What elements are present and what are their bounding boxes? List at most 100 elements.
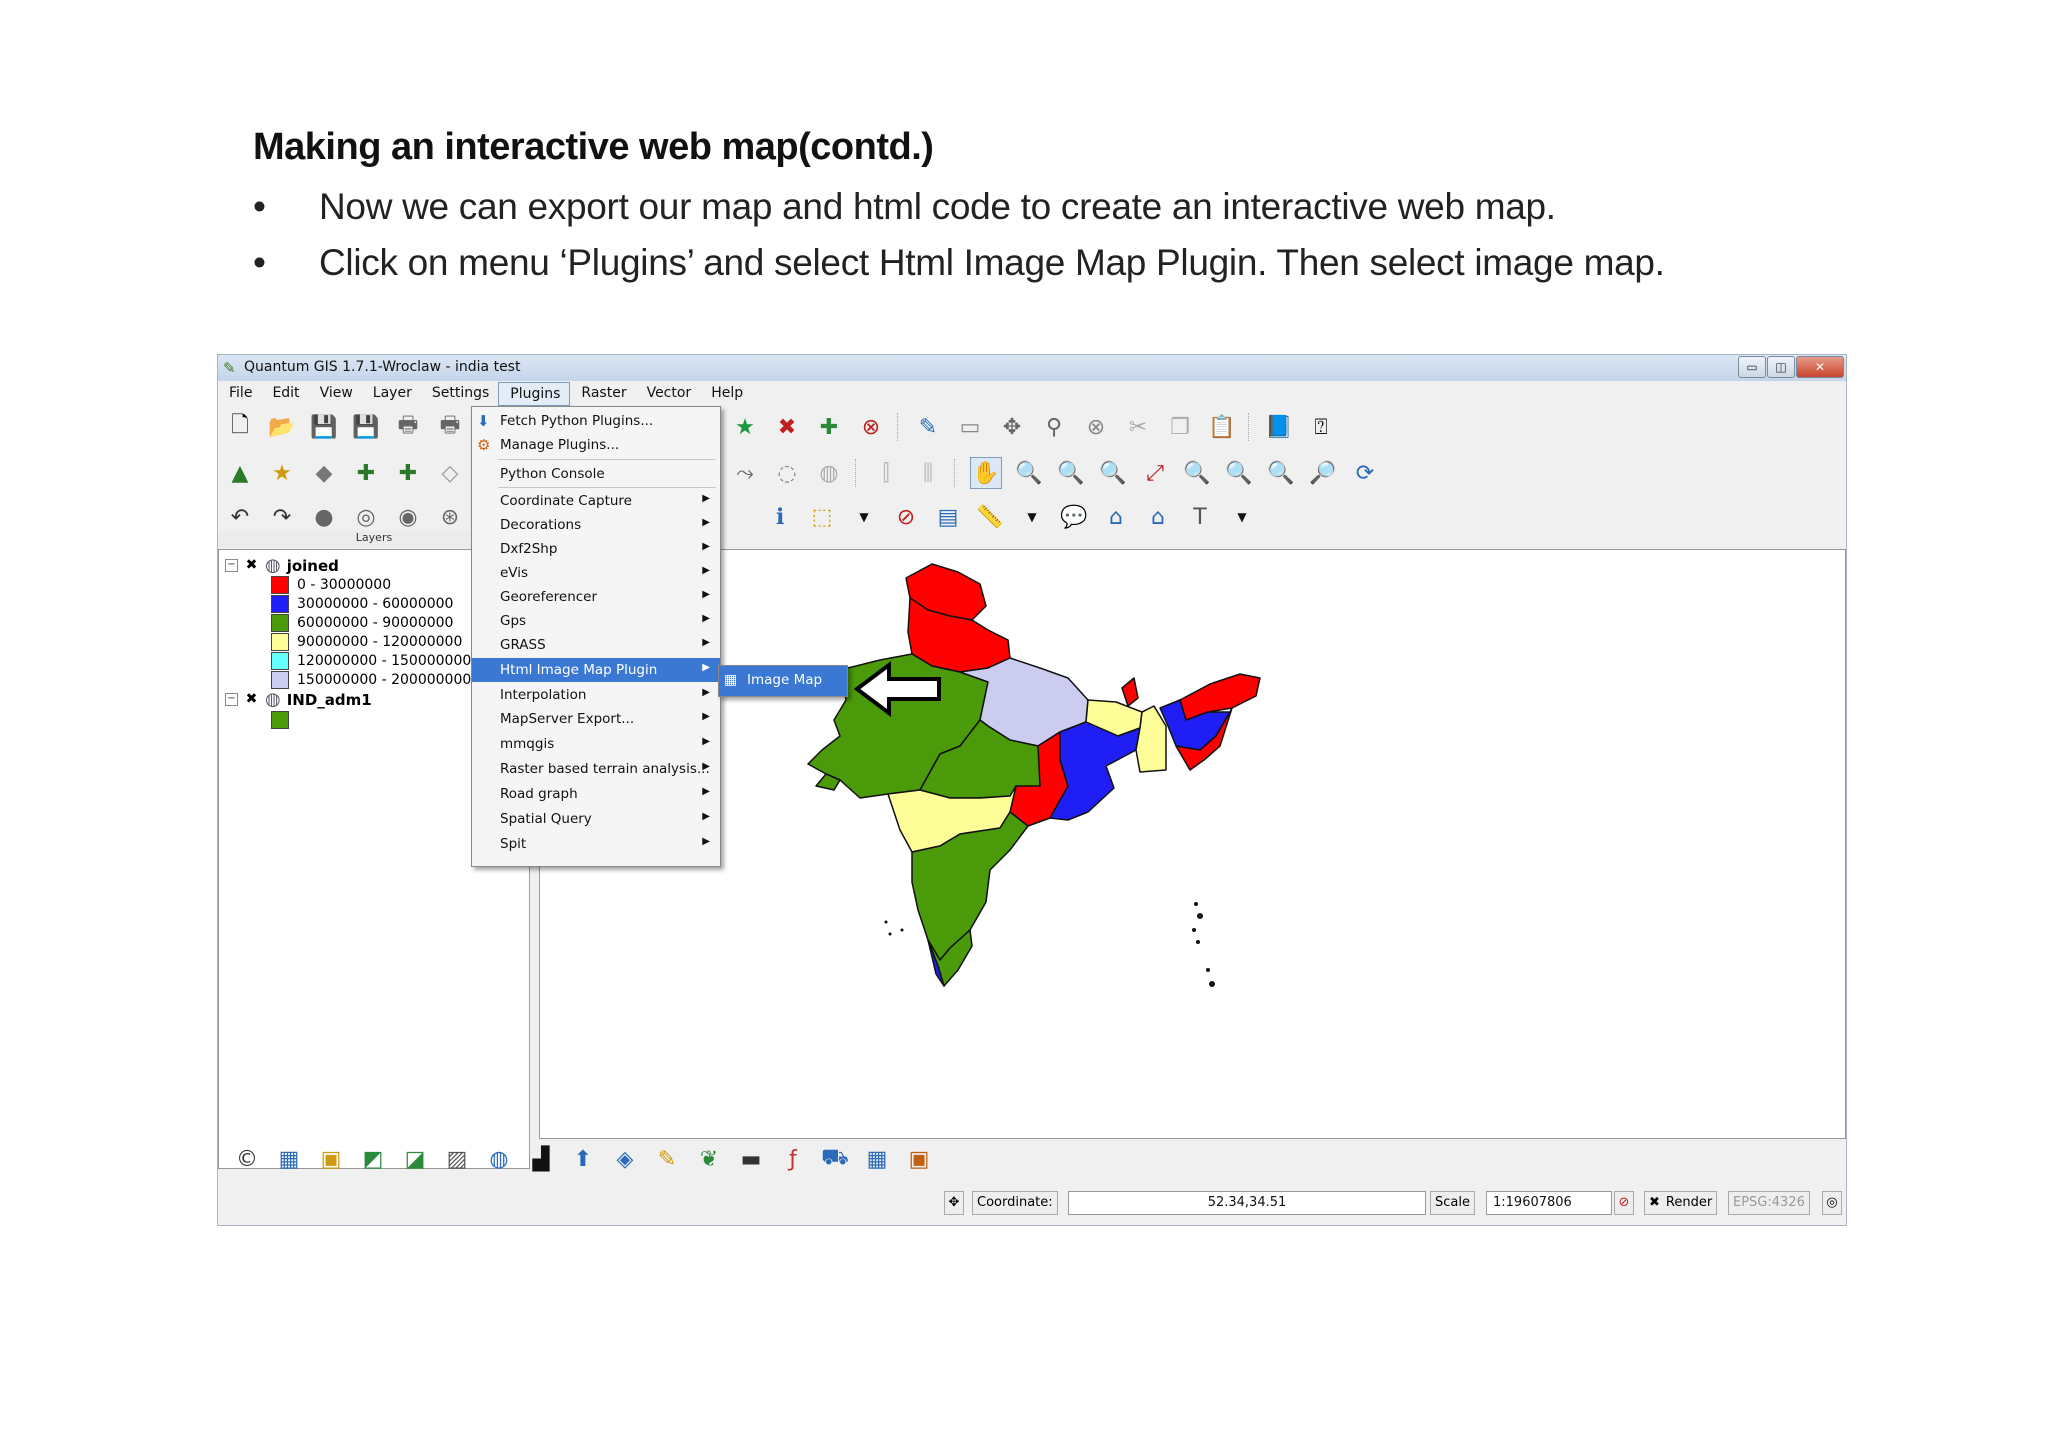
capture-line-icon[interactable]: ◎ (351, 502, 381, 532)
render-checkbox[interactable]: ✖ Render (1644, 1191, 1718, 1215)
raster-icon[interactable]: ▨ (442, 1144, 472, 1174)
rotate-icon[interactable]: ⊛ (435, 502, 465, 532)
menu-item-html-image-map-plugin[interactable]: Html Image Map Plugin ▶ (472, 658, 720, 682)
leaf-icon[interactable]: ❦ (694, 1144, 724, 1174)
save-edits-icon[interactable]: ▭ (955, 412, 985, 442)
whats-this-icon[interactable]: ⍰ (1306, 412, 1336, 442)
open-project-icon[interactable]: 📂 (267, 412, 297, 442)
map-canvas[interactable] (539, 549, 1846, 1139)
menu-settings[interactable]: Settings (421, 382, 498, 406)
remove-plugin-icon[interactable]: ⊗ (856, 412, 886, 442)
grid-maker-icon[interactable]: ▦ (274, 1144, 304, 1174)
annotation-dropdown-icon[interactable]: ▼ (1227, 502, 1257, 532)
zoom-selection-icon[interactable]: 🔍 (1182, 458, 1212, 488)
undo-icon[interactable]: ↶ (225, 502, 255, 532)
menu-raster[interactable]: Raster (570, 382, 635, 406)
save-as-icon[interactable]: 💾 (351, 412, 381, 442)
close-button[interactable]: ✕ (1796, 356, 1844, 378)
edit-pencil-icon[interactable]: ✎ (913, 412, 943, 442)
delete-layer-icon[interactable]: ✖ (772, 412, 802, 442)
add-plugin-layer-icon[interactable]: ✚ (814, 412, 844, 442)
html-image-map-icon[interactable]: ▦ (862, 1144, 892, 1174)
layer-row-joined[interactable]: − ✖ ◍ joined (225, 555, 339, 576)
menu-item-mapserver-export[interactable]: MapServer Export... ▶ (472, 707, 720, 731)
menu-item-python-console[interactable]: Python Console (472, 462, 720, 486)
refresh-icon[interactable]: ⟳ (1350, 458, 1380, 488)
zoom-out-icon[interactable]: 🔍 (1056, 458, 1086, 488)
attribute-table-icon[interactable]: ▤ (933, 502, 963, 532)
layer-row-ind-adm1[interactable]: − ✖ ◍ IND_adm1 (225, 689, 372, 710)
menu-item-coordinate-capture[interactable]: Coordinate Capture ▶ (472, 489, 720, 513)
messages-icon[interactable]: ◎ (1822, 1191, 1842, 1215)
menu-edit[interactable]: Edit (261, 382, 308, 406)
collapse-icon[interactable]: − (225, 693, 238, 706)
menu-item-decorations[interactable]: Decorations ▶ (472, 513, 720, 537)
collapse-icon[interactable]: − (225, 559, 238, 572)
menu-item-dxf2shp[interactable]: Dxf2Shp ▶ (472, 537, 720, 561)
menu-item-evis[interactable]: eVis ▶ (472, 561, 720, 585)
menu-item-grass[interactable]: GRASS ▶ (472, 633, 720, 657)
capture-point-icon[interactable]: ● (309, 502, 339, 532)
show-bookmarks-icon[interactable]: ⌂ (1143, 502, 1173, 532)
save-project-icon[interactable]: 💾 (309, 412, 339, 442)
select-dropdown-icon[interactable]: ▼ (849, 502, 879, 532)
add-postgis-layer-icon[interactable]: ◆ (309, 458, 339, 488)
add-island-icon[interactable]: ◍ (814, 458, 844, 488)
menu-layer[interactable]: Layer (362, 382, 421, 406)
histogram-icon[interactable]: ▟ (526, 1144, 556, 1174)
interpolation-icon[interactable]: ◪ (400, 1144, 430, 1174)
add-ring-icon[interactable]: ◌ (772, 458, 802, 488)
menu-item-raster-terrain-analysis[interactable]: Raster based terrain analysis... ▶ (472, 757, 720, 781)
layer-visibility-checkbox[interactable]: ✖ (245, 558, 258, 572)
add-feature-icon[interactable]: ★ (730, 412, 760, 442)
copy-icon[interactable]: ❐ (1165, 412, 1195, 442)
help-book-icon[interactable]: 📘 (1264, 412, 1294, 442)
node-tool-icon[interactable]: ⚲ (1039, 412, 1069, 442)
edit-style-icon[interactable]: ✎ (652, 1144, 682, 1174)
add-raster-layer-icon[interactable]: ★ (267, 458, 297, 488)
zoom-next-icon[interactable]: 🔎 (1308, 458, 1338, 488)
image-map-submenu-item[interactable]: ▦ Image Map (718, 665, 848, 697)
zoom-last-icon[interactable]: 🔍 (1266, 458, 1296, 488)
select-features-icon[interactable]: ⬚ (807, 502, 837, 532)
deselect-icon[interactable]: ⊘ (891, 502, 921, 532)
menu-view[interactable]: View (309, 382, 362, 406)
menu-plugins[interactable]: Plugins (498, 382, 571, 406)
dxf2shp-icon[interactable]: ▣ (316, 1144, 346, 1174)
merge-features-icon[interactable]: ⫼ (913, 458, 943, 488)
menu-item-spit[interactable]: Spit ▶ (472, 832, 720, 856)
maximize-button[interactable]: ◫ (1767, 356, 1795, 378)
menu-item-gps[interactable]: Gps ▶ (472, 609, 720, 633)
menu-item-road-graph[interactable]: Road graph ▶ (472, 782, 720, 806)
paste-icon[interactable]: 📋 (1207, 412, 1237, 442)
python-plugin-icon[interactable]: ◈ (610, 1144, 640, 1174)
measure-dropdown-icon[interactable]: ▼ (1017, 502, 1047, 532)
add-spatialite-layer-icon[interactable]: ✚ (351, 458, 381, 488)
coordinate-toggle-icon[interactable]: ✥ (944, 1191, 964, 1215)
add-wms-layer-icon[interactable]: ✚ (393, 458, 423, 488)
simplify-icon[interactable]: ⤳ (730, 458, 760, 488)
zoom-full-icon[interactable]: ⤢ (1140, 458, 1170, 488)
menu-item-mmqgis[interactable]: mmqgis ▶ (472, 732, 720, 756)
menu-item-interpolation[interactable]: Interpolation ▶ (472, 683, 720, 707)
redo-icon[interactable]: ↷ (267, 502, 297, 532)
capture-polygon-icon[interactable]: ◉ (393, 502, 423, 532)
add-wfs-layer-icon[interactable]: ◇ (435, 458, 465, 488)
add-vector-layer-icon[interactable]: ▲ (225, 458, 255, 488)
scale-bar-icon[interactable]: ▬ (736, 1144, 766, 1174)
split-features-icon[interactable]: ⫿ (871, 458, 901, 488)
menu-help[interactable]: Help (700, 382, 752, 406)
text-annotation-icon[interactable]: T (1185, 502, 1215, 532)
crs-status[interactable]: EPSG:4326 (1728, 1191, 1810, 1215)
georeferencer-icon[interactable]: ◩ (358, 1144, 388, 1174)
image-export-icon[interactable]: ▣ (904, 1144, 934, 1174)
zoom-native-icon[interactable]: 🔍 (1098, 458, 1128, 488)
menu-vector[interactable]: Vector (636, 382, 701, 406)
zoom-layer-icon[interactable]: 🔍 (1224, 458, 1254, 488)
coordinate-field[interactable]: 52.34,34.51 (1068, 1191, 1426, 1215)
print-icon[interactable]: 🖶 (435, 412, 465, 442)
formula-icon[interactable]: ƒ (778, 1144, 808, 1174)
menu-item-manage-plugins[interactable]: ⚙ Manage Plugins... (472, 433, 720, 457)
move-feature-icon[interactable]: ✥ (997, 412, 1027, 442)
layer-visibility-checkbox[interactable]: ✖ (245, 692, 258, 706)
